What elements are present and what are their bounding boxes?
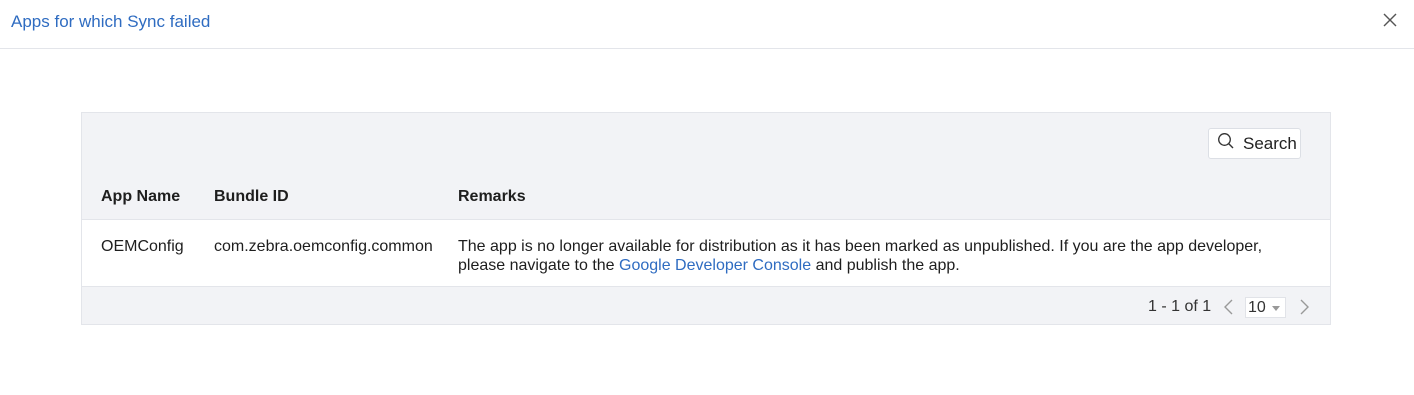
dialog-title: Apps for which Sync failed	[11, 12, 211, 31]
page-size-select[interactable]: 10	[1245, 297, 1286, 318]
bundle-id-cell: com.zebra.oemconfig.common	[214, 238, 433, 255]
search-button[interactable]: Search	[1208, 128, 1301, 159]
chevron-right-icon[interactable]	[1298, 299, 1310, 315]
column-header-app-name: App Name	[101, 188, 181, 205]
page-size-value: 10	[1248, 299, 1266, 316]
column-header-remarks: Remarks	[458, 188, 526, 205]
pagination: 1 - 1 of 1 10	[82, 297, 1330, 319]
pagination-range: 1 - 1 of 1	[1148, 298, 1212, 315]
sync-failed-table: Search App Name Bundle ID Remarks OEMCon…	[81, 112, 1331, 325]
remarks-text-end: and publish the app.	[811, 257, 960, 274]
search-icon	[1217, 132, 1235, 155]
caret-down-icon	[1272, 306, 1280, 311]
chevron-left-icon[interactable]	[1223, 299, 1235, 315]
table-row: OEMConfig com.zebra.oemconfig.common The…	[82, 219, 1330, 287]
dialog-header: Apps for which Sync failed	[0, 0, 1414, 49]
app-name-cell: OEMConfig	[101, 238, 184, 255]
remarks-cell: The app is no longer available for distr…	[458, 237, 1308, 275]
close-icon[interactable]	[1382, 12, 1398, 28]
google-developer-console-link[interactable]: Google Developer Console	[619, 257, 811, 274]
search-label: Search	[1243, 133, 1297, 153]
column-header-bundle-id: Bundle ID	[214, 188, 289, 205]
